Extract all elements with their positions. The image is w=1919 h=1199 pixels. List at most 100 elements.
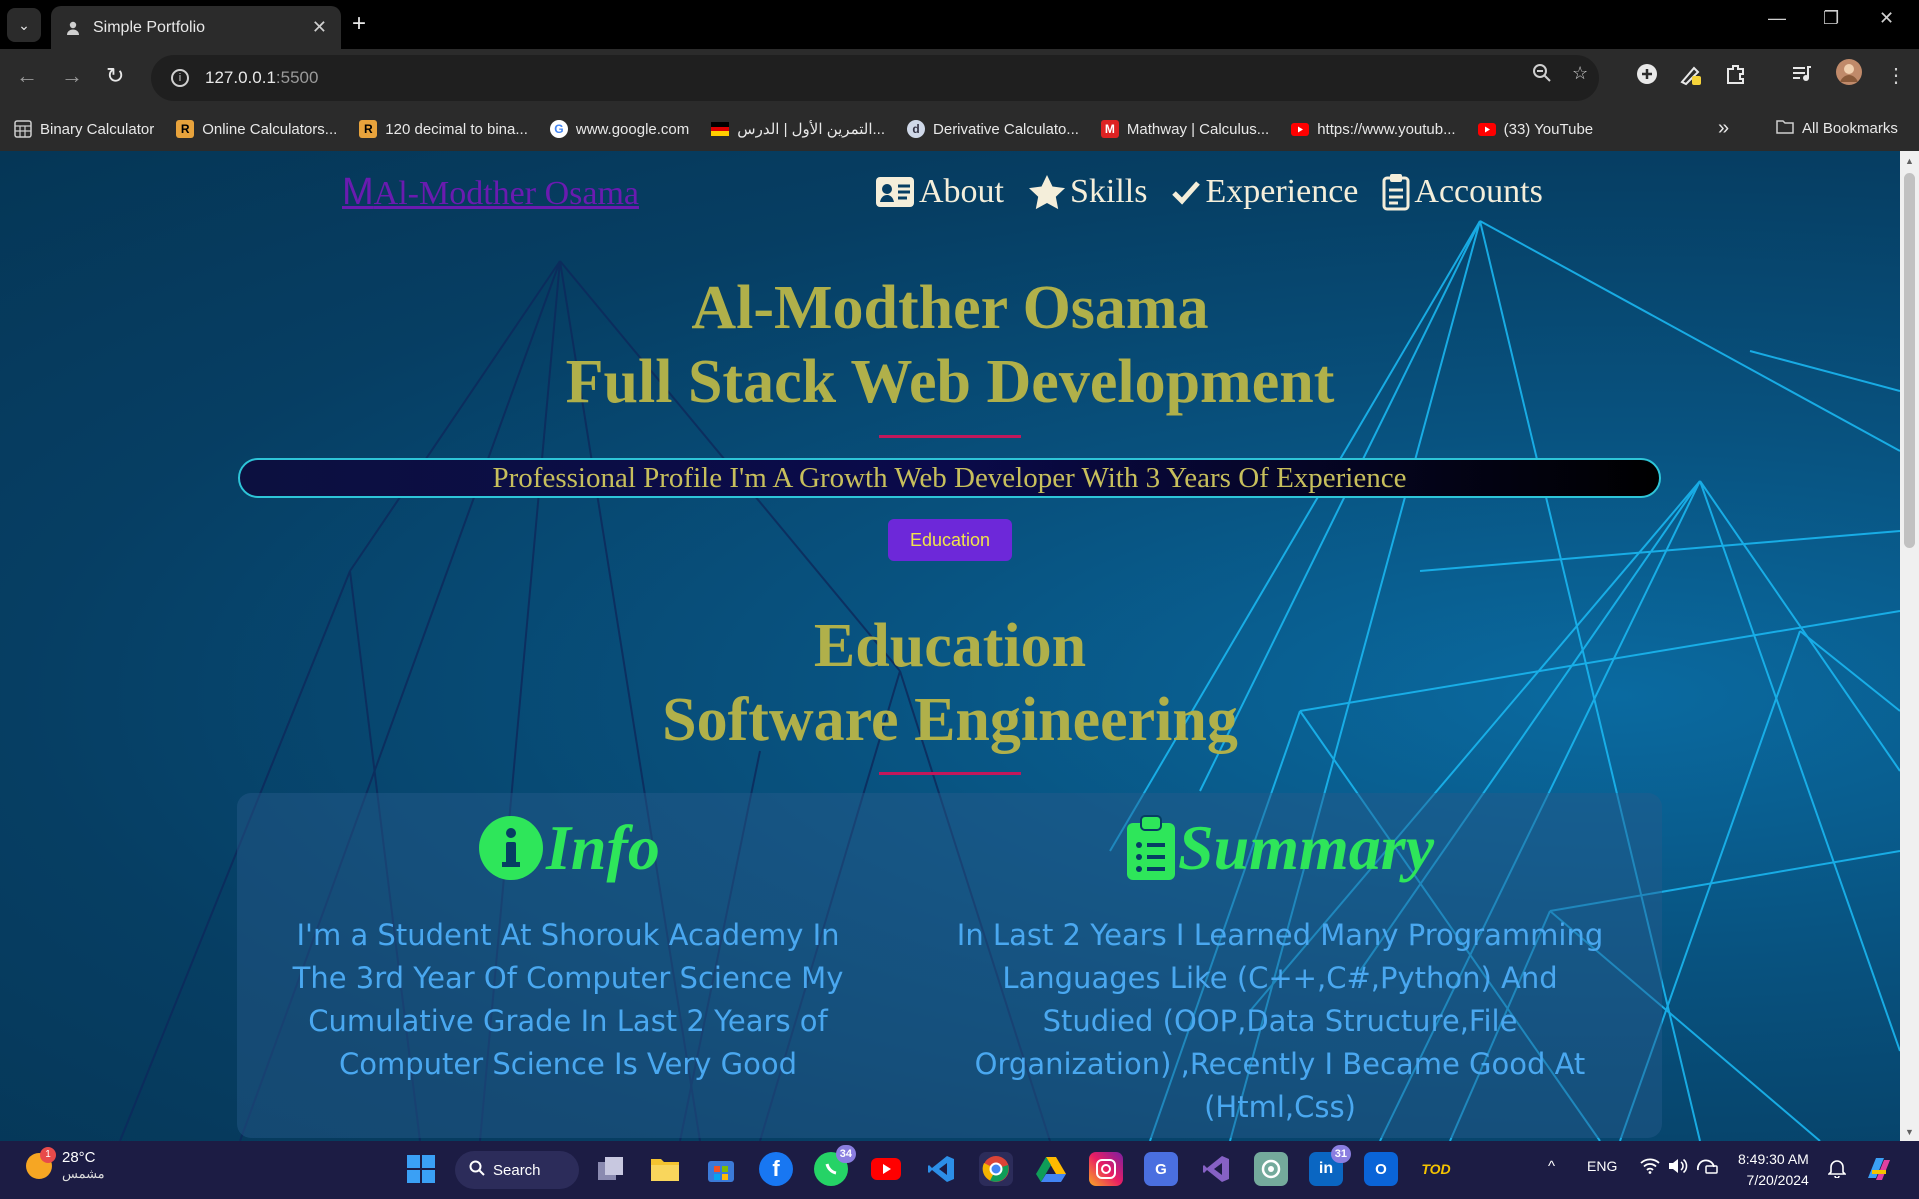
notification-bell-icon[interactable]	[1827, 1158, 1847, 1182]
battery-saver-icon[interactable]	[1696, 1158, 1718, 1178]
bookmark-star-icon[interactable]: ☆	[1572, 63, 1588, 84]
bookmark-item[interactable]: Binary Calculator	[14, 120, 154, 138]
nav-accounts[interactable]: Accounts	[1382, 173, 1543, 211]
zoom-icon[interactable]	[1532, 63, 1552, 88]
nav-accounts-label: Accounts	[1414, 173, 1543, 210]
forward-button[interactable]: →	[61, 63, 83, 89]
language-indicator[interactable]: ENG	[1587, 1158, 1617, 1174]
mathway-icon: M	[1100, 120, 1119, 138]
hero-name: Al-Modther Osama	[691, 274, 1209, 342]
close-tab-icon[interactable]: ✕	[312, 17, 327, 38]
visual-studio-icon[interactable]	[1199, 1152, 1233, 1186]
start-button[interactable]	[404, 1152, 438, 1186]
all-bookmarks-label: All Bookmarks	[1802, 120, 1898, 137]
extension-plus-icon[interactable]	[1636, 63, 1658, 91]
linkedin-badge: 31	[1330, 1145, 1351, 1163]
bookmark-label: Online Calculators...	[202, 120, 338, 138]
page-viewport: MAl-Modther Osama About Skills Experienc…	[0, 151, 1900, 1141]
profile-avatar[interactable]	[1835, 58, 1863, 92]
education-heading: Education	[813, 612, 1087, 680]
task-view-icon[interactable]	[594, 1152, 628, 1186]
pen-extension-icon[interactable]	[1679, 63, 1703, 93]
puzzle-extensions-icon[interactable]	[1725, 63, 1747, 91]
scroll-up-icon[interactable]: ▲	[1905, 156, 1914, 166]
bookmark-item[interactable]: d Derivative Calculato...	[907, 120, 1079, 138]
wifi-icon[interactable]	[1640, 1158, 1660, 1178]
education-major: Software Engineering	[662, 686, 1238, 754]
nav-experience[interactable]: Experience	[1171, 173, 1358, 211]
outlook-icon[interactable]: O	[1364, 1152, 1398, 1186]
whatsapp-badge: 34	[835, 1145, 856, 1163]
windows-taskbar: 1 28°C مشمس Search f 34 G in 31 O TOD ^ …	[0, 1141, 1919, 1199]
facebook-icon[interactable]: f	[759, 1152, 793, 1186]
taskbar-search[interactable]: Search	[455, 1151, 579, 1189]
youtube-app-icon[interactable]	[869, 1152, 903, 1186]
system-clock[interactable]: 8:49:30 AM 7/20/2024	[1738, 1149, 1809, 1191]
google-icon: G	[549, 120, 568, 138]
vscode-icon[interactable]	[924, 1152, 958, 1186]
bookmark-label: (33) YouTube	[1503, 120, 1594, 138]
chrome-icon[interactable]	[979, 1152, 1013, 1186]
microsoft-store-icon[interactable]	[704, 1152, 738, 1186]
back-button[interactable]: ←	[16, 63, 38, 89]
bookmark-item[interactable]: M Mathway | Calculus...	[1100, 120, 1269, 138]
education-button[interactable]: Education	[888, 519, 1012, 561]
search-icon	[469, 1160, 485, 1180]
more-menu-icon[interactable]: ⋮	[1886, 63, 1906, 88]
instagram-icon[interactable]	[1089, 1152, 1123, 1186]
bookmark-item[interactable]: (33) YouTube	[1477, 120, 1594, 138]
bookmark-item[interactable]: G www.google.com	[549, 120, 689, 138]
nav-experience-label: Experience	[1205, 173, 1359, 210]
site-logo[interactable]: MAl-Modther Osama	[342, 171, 639, 214]
site-info-icon[interactable]: i	[171, 69, 189, 87]
tod-icon[interactable]: TOD	[1419, 1152, 1453, 1186]
profile-text: Professional Profile I'm A Growth Web De…	[492, 461, 1407, 494]
scroll-down-icon[interactable]: ▼	[1905, 1127, 1914, 1137]
folder-icon	[1776, 119, 1794, 138]
bookmark-label: Derivative Calculato...	[933, 120, 1079, 138]
weather-badge: 1	[40, 1146, 56, 1163]
show-hidden-icons[interactable]: ^	[1548, 1158, 1555, 1175]
nav-skills[interactable]: Skills	[1028, 173, 1147, 211]
more-bookmarks-icon[interactable]: »	[1718, 117, 1729, 140]
restore-button[interactable]: ❐	[1823, 8, 1839, 29]
windows-logo-icon	[407, 1155, 435, 1183]
google-drive-icon[interactable]	[1034, 1152, 1068, 1186]
tab-search-button[interactable]: ⌄	[7, 8, 41, 42]
chatgpt-icon[interactable]	[1254, 1152, 1288, 1186]
id-card-icon	[876, 177, 914, 207]
linkedin-icon[interactable]: in 31	[1309, 1145, 1351, 1186]
new-tab-button[interactable]: +	[352, 10, 366, 38]
bookmark-item[interactable]: https://www.youtub...	[1291, 120, 1456, 138]
address-bar[interactable]: i 127.0.0.1:5500	[151, 55, 1599, 101]
derivative-icon: d	[907, 120, 926, 138]
volume-icon[interactable]	[1668, 1158, 1688, 1178]
bookmarks-bar: Binary Calculator R Online Calculators..…	[0, 107, 1919, 151]
copilot-icon[interactable]	[1862, 1152, 1896, 1186]
media-control-icon[interactable]	[1790, 63, 1812, 91]
summary-title-text: Summary	[1178, 812, 1435, 883]
bookmark-item[interactable]: التمرين الأول | الدرس...	[711, 120, 885, 138]
reload-button[interactable]: ↻	[106, 63, 124, 89]
page-scrollbar[interactable]: ▲ ▼	[1900, 151, 1919, 1141]
all-bookmarks-button[interactable]: All Bookmarks	[1776, 119, 1898, 138]
bookmark-item[interactable]: R Online Calculators...	[176, 120, 337, 138]
calculator-icon	[14, 120, 32, 138]
file-explorer-icon[interactable]	[648, 1152, 682, 1186]
bookmark-item[interactable]: R 120 decimal to bina...	[359, 120, 528, 138]
whatsapp-icon[interactable]: 34	[814, 1145, 856, 1186]
weather-temp: 28°C	[62, 1149, 96, 1166]
bookmark-label: https://www.youtub...	[1317, 120, 1456, 138]
minimize-button[interactable]: —	[1768, 8, 1786, 29]
r-logo-icon: R	[359, 120, 378, 138]
bookmark-label: Binary Calculator	[40, 120, 155, 138]
scroll-thumb[interactable]	[1904, 173, 1915, 548]
browser-tab[interactable]: Simple Portfolio ✕	[51, 6, 341, 49]
google-translate-icon[interactable]: G	[1144, 1152, 1178, 1186]
weather-widget[interactable]: 1 28°C مشمس	[26, 1146, 105, 1182]
hero-underline	[879, 435, 1021, 438]
close-window-button[interactable]: ✕	[1879, 8, 1894, 29]
clipboard-list-icon	[1127, 815, 1175, 880]
weather-desc: مشمس	[62, 1166, 105, 1181]
nav-about[interactable]: About	[875, 173, 1004, 211]
